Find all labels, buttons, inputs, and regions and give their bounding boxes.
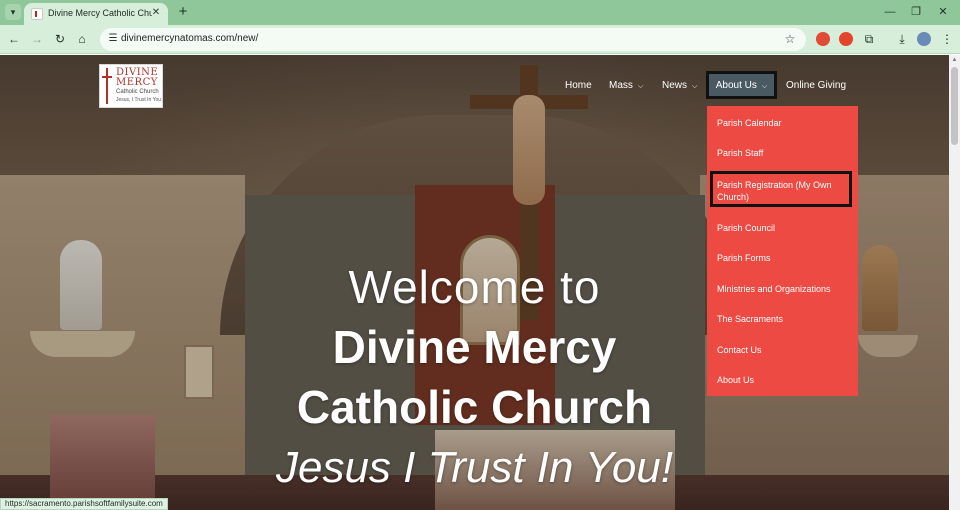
home-icon[interactable]: ⌂ <box>73 30 91 48</box>
site-info-icon[interactable]: ☰ <box>106 32 120 46</box>
menu-item-parish-registration[interactable]: Parish Registration (My Own Church) <box>717 179 847 203</box>
chevron-down-icon: ⌵ <box>692 83 698 90</box>
nav-about-us[interactable]: About Us ⌵ <box>706 71 777 99</box>
chevron-down-icon: ⌵ <box>637 83 644 90</box>
page-scrollbar[interactable]: ▲ <box>949 55 960 510</box>
logo-tagline: Jesus, I Trust In You <box>116 97 162 103</box>
reload-icon[interactable]: ↻ <box>51 30 69 48</box>
logo-text: MERCY <box>116 77 158 88</box>
browser-tab-strip: ▾ Divine Mercy Catholic Church - ✕ + — ❐… <box>0 0 960 25</box>
hero-tagline: Jesus I Trust In You! <box>275 443 673 492</box>
menu-item-parish-council[interactable]: Parish Council <box>717 222 851 234</box>
hero-welcome-text: Welcome to <box>348 261 601 313</box>
close-window-icon[interactable]: ✕ <box>933 3 953 21</box>
url-text[interactable]: divinemercynatomas.com/new/ <box>121 33 258 44</box>
tab-title: Divine Mercy Catholic Church - <box>48 8 152 18</box>
extensions-puzzle-icon[interactable]: ⧉ <box>860 30 878 48</box>
forward-icon[interactable]: → <box>28 30 46 48</box>
nav-home[interactable]: Home <box>565 72 592 100</box>
hero-church-name: Divine Mercy <box>332 321 617 373</box>
address-bar[interactable]: ☰ divinemercynatomas.com/new/ ☆ <box>100 28 806 51</box>
menu-item-parish-calendar[interactable]: Parish Calendar <box>717 117 851 129</box>
web-page: DIVINE MERCY Catholic Church Jesus, I Tr… <box>0 55 949 510</box>
chevron-down-icon: ⌵ <box>761 83 768 90</box>
menu-item-parish-staff[interactable]: Parish Staff <box>717 147 851 159</box>
download-icon[interactable]: ⤓ <box>893 30 911 48</box>
cross-icon <box>102 68 112 104</box>
logo-text: Catholic Church <box>116 89 159 95</box>
browser-tab[interactable]: Divine Mercy Catholic Church - ✕ <box>24 3 168 25</box>
nav-news[interactable]: News ⌵ <box>662 72 697 100</box>
new-tab-icon[interactable]: + <box>175 3 191 21</box>
menu-kebab-icon[interactable]: ⋮ <box>938 30 956 48</box>
site-logo[interactable]: DIVINE MERCY Catholic Church Jesus, I Tr… <box>99 64 163 108</box>
browser-toolbar: ← → ↻ ⌂ ☰ divinemercynatomas.com/new/ ☆ … <box>0 25 960 54</box>
restore-icon[interactable]: ❐ <box>906 3 926 21</box>
hero-church-name: Catholic Church <box>296 381 653 433</box>
close-tab-icon[interactable]: ✕ <box>149 6 163 20</box>
scroll-up-icon[interactable]: ▲ <box>951 57 958 64</box>
extension-icon[interactable] <box>816 32 830 46</box>
favicon-icon <box>31 8 43 20</box>
nav-mass[interactable]: Mass ⌵ <box>609 72 643 100</box>
tab-search-icon[interactable]: ▾ <box>5 4 21 20</box>
link-status-bar: https://sacramento.parishsoftfamilysuite… <box>0 498 168 510</box>
bookmark-star-icon[interactable]: ☆ <box>782 31 798 47</box>
profile-avatar[interactable] <box>917 32 931 46</box>
nav-online-giving[interactable]: Online Giving <box>786 72 846 100</box>
scrollbar-thumb[interactable] <box>951 67 958 145</box>
back-icon[interactable]: ← <box>5 30 23 48</box>
extension-icon[interactable] <box>839 32 853 46</box>
minimize-icon[interactable]: — <box>880 3 900 21</box>
